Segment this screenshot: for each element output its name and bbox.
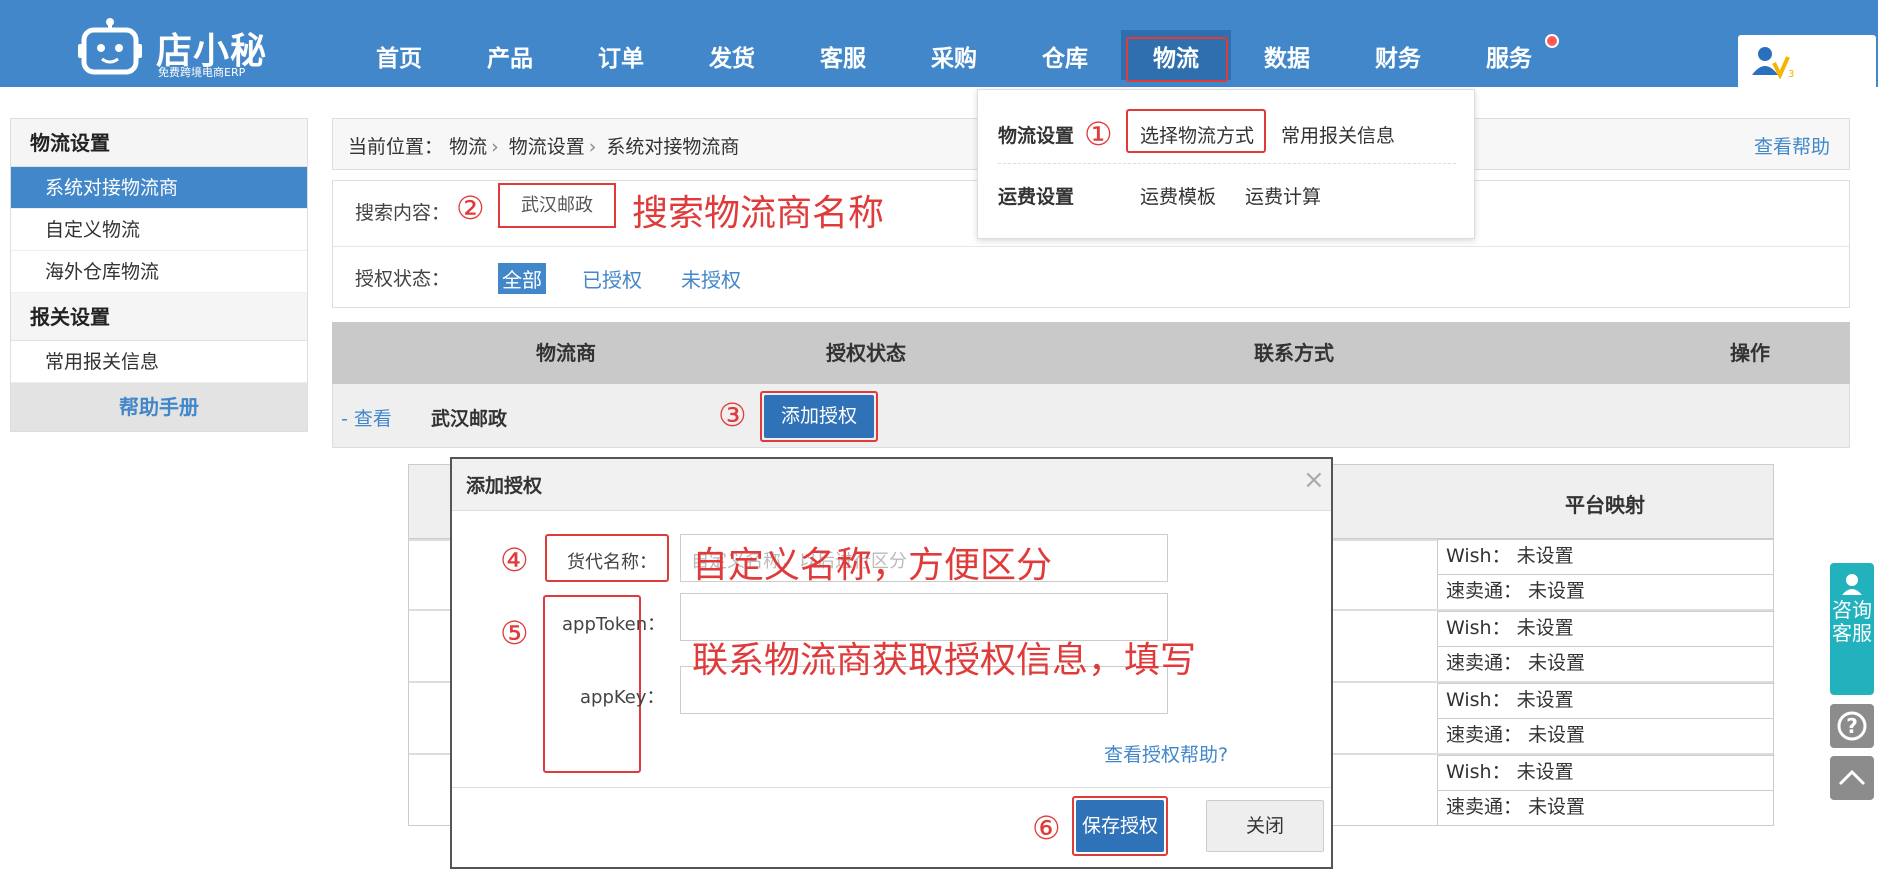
breadcrumb-prefix: 当前位置： <box>348 136 444 158</box>
nav-shipping[interactable]: 发货 <box>677 30 787 80</box>
svg-text:3: 3 <box>1788 69 1794 79</box>
breadcrumb-logistics-settings[interactable]: 物流设置 <box>509 136 585 158</box>
th-carrier: 物流商 <box>536 341 596 365</box>
search-label: 搜索内容： <box>355 202 451 224</box>
auth-status-label: 授权状态： <box>355 268 451 290</box>
nav-customer-service[interactable]: 客服 <box>788 30 898 80</box>
annotation-auth-hint: 联系物流商获取授权信息，填写 <box>692 640 1197 681</box>
sidebar-group-logistics: 物流设置 <box>11 119 307 167</box>
nav-purchasing[interactable]: 采购 <box>899 30 1009 80</box>
sidebar-help-manual[interactable]: 帮助手册 <box>11 383 307 431</box>
annotation-search-hint: 搜索物流商名称 <box>632 193 885 234</box>
top-navbar: 店小秘 免费跨境电商ERP 首页 产品 订单 发货 客服 采购 仓库 物流 数据… <box>0 0 1878 87</box>
th-platform-mapping: 平台映射 <box>1565 493 1645 517</box>
dd-divider <box>998 163 1456 164</box>
nav-data[interactable]: 数据 <box>1232 30 1342 80</box>
annotation-number-2: ② <box>456 189 485 227</box>
sidebar-group-customs: 报关设置 <box>11 293 307 341</box>
field-label-apptoken: appToken： <box>562 614 666 635</box>
logistics-dropdown: 物流设置 ① 选择物流方式 常用报关信息 运费设置 运费模板 运费计算 <box>977 89 1475 239</box>
search-input[interactable]: 武汉邮政 <box>498 183 616 228</box>
nav-products[interactable]: 产品 <box>455 30 565 80</box>
mapping-cell: 速卖通： 未设置 <box>1437 646 1773 681</box>
breadcrumb-current: 系统对接物流商 <box>606 136 740 158</box>
dd-customs-info[interactable]: 常用报关信息 <box>1281 121 1395 148</box>
question-icon: ? <box>1837 711 1867 741</box>
row-view-link[interactable]: - 查看 <box>341 404 392 431</box>
annotation-number-1: ① <box>1084 115 1113 153</box>
annotation-number-4: ④ <box>500 541 529 579</box>
consult-service-button[interactable]: 咨询客服 <box>1830 563 1874 695</box>
nav-home[interactable]: 首页 <box>344 30 454 80</box>
nav-warehouse[interactable]: 仓库 <box>1010 30 1120 80</box>
auth-help-link[interactable]: 查看授权帮助? <box>1104 740 1228 767</box>
close-button[interactable]: 关闭 <box>1206 800 1324 852</box>
modal-footer: ⑥ 保存授权 关闭 <box>452 787 1331 867</box>
notification-dot <box>1545 34 1559 48</box>
brand-tagline: 免费跨境电商ERP <box>158 66 246 79</box>
mapping-cell: 速卖通： 未设置 <box>1437 790 1773 825</box>
mapping-cell: Wish： 未设置 <box>1437 539 1773 574</box>
sidebar-item-system-carriers[interactable]: 系统对接物流商 <box>11 167 307 209</box>
consult-service-label: 咨询客服 <box>1832 598 1872 645</box>
help-float-button[interactable]: ? <box>1830 704 1874 748</box>
breadcrumb-sep-icon: › <box>588 136 597 158</box>
sidebar-item-customs-info[interactable]: 常用报关信息 <box>11 341 307 383</box>
mapping-cell: Wish： 未设置 <box>1437 755 1773 790</box>
breadcrumb-logistics[interactable]: 物流 <box>449 136 487 158</box>
sidebar: 物流设置 系统对接物流商 自定义物流 海外仓库物流 报关设置 常用报关信息 帮助… <box>10 118 308 432</box>
add-auth-modal: 添加授权 × ④ 货代名称： 自定义名称，以后进行区分 自定义名称，方便区分 ⑤… <box>450 457 1333 869</box>
annotation-number-5: ⑤ <box>500 614 529 652</box>
annotation-number-6: ⑥ <box>1032 809 1061 847</box>
breadcrumb-sep-icon: › <box>491 136 499 158</box>
modal-title: 添加授权 <box>466 475 543 497</box>
dd-freight-calc[interactable]: 运费计算 <box>1245 182 1321 209</box>
robot-logo-icon <box>78 18 142 75</box>
filter-unauthorized[interactable]: 未授权 <box>681 264 741 293</box>
mapping-cell: Wish： 未设置 <box>1437 683 1773 718</box>
annotation-name-hint: 自定义名称，方便区分 <box>692 545 1053 586</box>
row-carrier-name: 武汉邮政 <box>431 408 508 430</box>
headset-icon <box>1842 574 1862 595</box>
svg-text:?: ? <box>1846 714 1858 738</box>
chevron-up-icon <box>1838 769 1866 786</box>
th-contact: 联系方式 <box>1254 341 1334 365</box>
breadcrumb: 当前位置： 物流 › 物流设置 › 系统对接物流商 <box>348 132 739 159</box>
brand-logo[interactable]: 店小秘 免费跨境电商ERP <box>74 8 274 80</box>
dd-group-freight: 运费设置 <box>998 186 1075 208</box>
save-auth-button[interactable]: 保存授权 <box>1076 800 1164 852</box>
nav-finance[interactable]: 财务 <box>1343 30 1453 80</box>
table-header: 物流商 授权状态 联系方式 操作 <box>332 322 1850 384</box>
sidebar-item-overseas-warehouse[interactable]: 海外仓库物流 <box>11 251 307 293</box>
add-auth-button[interactable]: 添加授权 <box>764 395 874 438</box>
filter-all[interactable]: 全部 <box>498 263 546 294</box>
modal-header: 添加授权 × <box>452 459 1331 511</box>
help-link[interactable]: 查看帮助 <box>1754 132 1830 159</box>
dd-freight-template[interactable]: 运费模板 <box>1140 182 1216 209</box>
sidebar-item-custom-logistics[interactable]: 自定义物流 <box>11 209 307 251</box>
dd-group-logistics: 物流设置 <box>998 125 1075 147</box>
filter-authorized[interactable]: 已授权 <box>582 264 642 293</box>
mapping-cell: Wish： 未设置 <box>1437 611 1773 646</box>
dd-select-method[interactable]: 选择物流方式 <box>1140 121 1254 148</box>
th-auth-status: 授权状态 <box>826 341 906 365</box>
close-icon[interactable]: × <box>1303 465 1325 495</box>
mapping-cell: 速卖通： 未设置 <box>1437 574 1773 609</box>
mapping-cell: 速卖通： 未设置 <box>1437 718 1773 753</box>
field-label-appkey: appKey： <box>580 687 665 708</box>
user-menu[interactable]: 3 <box>1738 35 1876 87</box>
th-action: 操作 <box>1730 341 1770 365</box>
annotation-frame-nav <box>1126 37 1228 82</box>
field-label-forwarder: 货代名称： <box>567 552 657 573</box>
nav-orders[interactable]: 订单 <box>566 30 676 80</box>
filter-divider <box>333 246 1849 247</box>
user-vip-icon: 3 <box>1752 47 1794 79</box>
back-to-top-button[interactable] <box>1830 756 1874 800</box>
table-row: - 查看 武汉邮政 <box>332 384 1850 448</box>
annotation-number-3: ③ <box>718 396 747 434</box>
